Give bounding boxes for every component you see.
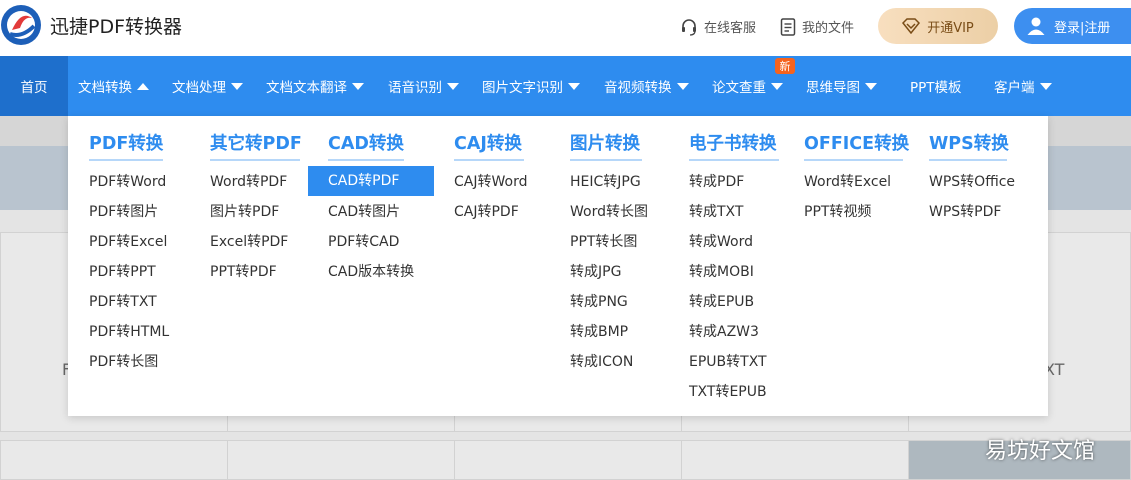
menu-item[interactable]: 转成AZW3 [689,317,759,347]
menu-item[interactable]: 转成EPUB [689,287,754,317]
online-service-label: 在线客服 [704,21,757,36]
login-register-button[interactable]: 登录|注册 [1014,8,1131,44]
menu-item[interactable]: PPT转长图 [570,227,637,257]
nav-label: 首页 [20,80,48,96]
menu-item[interactable]: 转成BMP [570,317,628,347]
menu-item[interactable]: TXT转EPUB [689,377,767,407]
nav-label: 文档文本翻译 [266,80,347,96]
menu-item[interactable]: Word转PDF [210,167,287,197]
menu-item[interactable]: WPS转PDF [929,197,1001,227]
nav-label: 文档处理 [172,80,226,96]
nav-label: 音视频转换 [604,80,672,96]
caret-down-icon [352,82,364,90]
menu-item[interactable]: PDF转TXT [89,287,157,317]
nav-label: 思维导图 [806,80,860,96]
online-service-link[interactable]: 在线客服 [680,17,756,36]
caret-down-icon [1039,82,1052,90]
nav-item-mindmap[interactable]: 思维导图 [806,56,877,116]
caret-up-icon [137,82,149,90]
menu-item-active[interactable]: CAD转PDF [308,166,434,196]
menu-item[interactable]: 转成ICON [570,347,633,377]
brand-name[interactable]: 迅捷PDF转换器 [50,12,182,39]
nav-item-speech[interactable]: 语音识别 [388,56,459,116]
menu-item[interactable]: PDF转长图 [89,347,158,377]
column-title[interactable]: CAJ转换 [454,130,524,161]
menu-item[interactable]: Excel转PDF [210,227,288,257]
menu-item[interactable]: 转成TXT [689,197,743,227]
doc-convert-dropdown: PDF转换 PDF转Word PDF转图片 PDF转Excel PDF转PPT … [68,116,1048,416]
nav-label: 图片文字识别 [482,80,563,96]
app-logo-icon[interactable] [0,4,42,46]
headset-icon [682,18,696,36]
nav-label: PPT模板 [910,80,962,96]
column-title[interactable]: 图片转换 [570,130,642,161]
nav-label: 文档转换 [78,80,132,96]
menu-item[interactable]: CAD转图片 [328,197,400,227]
nav-label: 客户端 [994,80,1035,96]
menu-item[interactable]: CAD版本转换 [328,257,414,287]
open-vip-label: 开通VIP [927,20,974,36]
nav-item-home[interactable]: 首页 [0,56,68,116]
document-icon [780,17,796,36]
nav-label: 语音识别 [388,80,442,96]
watermark-text: 易坊好文馆 [985,439,1096,464]
menu-item[interactable]: 转成PNG [570,287,628,317]
background-card [227,440,455,480]
menu-item[interactable]: PDF转CAD [328,227,399,257]
column-title[interactable]: WPS转换 [929,130,1009,161]
column-title[interactable]: CAD转换 [328,130,404,161]
menu-item[interactable]: Word转Excel [804,167,891,197]
caret-down-icon [568,82,580,90]
main-nav: 首页 文档转换 文档处理 文档文本翻译 语音识别 图片文字识别 音视频转换 论文… [0,56,1131,116]
nav-item-doc-process[interactable]: 文档处理 [172,56,243,116]
menu-item[interactable]: WPS转Office [929,167,1015,197]
menu-item[interactable]: PDF转图片 [89,197,158,227]
menu-item[interactable]: PPT转PDF [210,257,277,287]
column-title[interactable]: OFFICE转换 [804,130,909,161]
new-badge: 新 [775,58,795,74]
my-files-label: 我的文件 [802,21,855,36]
menu-item[interactable]: PDF转Excel [89,227,167,257]
menu-item[interactable]: PPT转视频 [804,197,871,227]
caret-down-icon [231,82,243,90]
menu-item[interactable]: 转成MOBI [689,257,754,287]
login-register-label: 登录|注册 [1054,20,1111,36]
diamond-icon [902,18,921,34]
menu-item[interactable]: Word转长图 [570,197,648,227]
menu-item[interactable]: HEIC转JPG [570,167,641,197]
menu-item[interactable]: 图片转PDF [210,197,279,227]
nav-item-av-convert[interactable]: 音视频转换 [604,56,689,116]
column-title[interactable]: 电子书转换 [689,130,779,161]
nav-item-ppt-template[interactable]: PPT模板 [910,56,962,116]
nav-label: 论文查重 [712,80,766,96]
nav-item-client[interactable]: 客户端 [994,56,1052,116]
menu-item[interactable]: PDF转PPT [89,257,156,287]
menu-item[interactable]: 转成PDF [689,167,744,197]
menu-item[interactable]: 转成JPG [570,257,621,287]
background-card [0,440,228,480]
nav-item-ocr[interactable]: 图片文字识别 [482,56,580,116]
caret-down-icon [676,82,689,90]
nav-item-doc-convert[interactable]: 文档转换 [78,56,149,116]
background-card [454,440,682,480]
nav-item-plagiarism[interactable]: 论文查重 [712,56,783,116]
menu-item[interactable]: CAJ转Word [454,167,527,197]
menu-item[interactable]: CAJ转PDF [454,197,519,227]
caret-down-icon [771,82,783,90]
caret-down-icon [865,82,877,90]
open-vip-button[interactable]: 开通VIP [878,8,998,44]
user-icon [1027,17,1045,35]
menu-item[interactable]: PDF转HTML [89,317,169,347]
menu-item[interactable]: 转成Word [689,227,753,257]
top-header: 迅捷PDF转换器 在线客服 我的文件 开通VIP 登录|注册 [0,0,1131,56]
nav-item-doc-translate[interactable]: 文档文本翻译 [266,56,364,116]
column-title[interactable]: 其它转PDF [210,130,302,161]
caret-down-icon [447,82,459,90]
menu-item[interactable]: EPUB转TXT [689,347,767,377]
column-title[interactable]: PDF转换 [89,130,163,161]
my-files-link[interactable]: 我的文件 [780,17,854,36]
menu-item[interactable]: PDF转Word [89,167,166,197]
background-card [681,440,909,480]
